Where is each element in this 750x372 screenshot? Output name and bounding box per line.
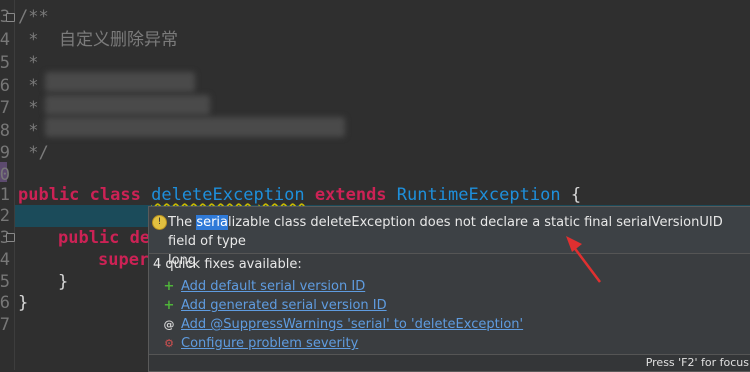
quick-fix-link[interactable]: Configure problem severity [181,336,358,351]
code-line: * 自定义删除异常 [18,30,178,50]
warning-bulb-icon: ! [152,215,167,230]
line-number: 2 [0,206,10,226]
quick-fix-popup[interactable]: ! The serializable class deleteException… [148,206,750,372]
message-text: The [168,215,197,230]
line-number: 1 [0,185,10,205]
superclass-name[interactable]: RuntimeException [397,185,561,205]
divider [149,253,750,254]
line-number: 5 [0,272,10,292]
problem-description: ! The serializable class deleteException… [149,207,750,268]
redacted-text [45,117,345,137]
quick-fix-item[interactable]: @ Add @SuppressWarnings 'serial' to 'dele… [161,315,524,334]
super-call-line: super [98,250,150,270]
quick-fix-link[interactable]: Add @SuppressWarnings 'serial' to 'delet… [181,317,523,332]
line-number: 6 [0,76,10,96]
class-declaration: public class deleteException extends Run… [18,184,581,206]
message-text: lizable class deleteException does not d… [168,215,723,249]
annotation-icon: @ [163,318,175,331]
annotation-arrow-icon [566,236,601,283]
fold-toggle-icon[interactable] [6,13,15,22]
line-number: 7 [0,315,10,335]
line-number: 5 [0,53,10,73]
focus-hint: Press 'F2' for focus [645,356,749,369]
line-number: 9 [0,143,10,163]
gutter-separator [14,0,15,370]
configure-severity-icon: ⚙ [164,337,174,350]
quick-fix-item[interactable]: ⚙ Configure problem severity [161,334,358,353]
keyword-public: public [18,185,80,205]
add-icon: + [163,298,175,313]
open-brace: { [570,185,582,205]
quick-fix-item[interactable]: + Add default serial version ID [161,277,366,296]
code-line: */ [18,143,49,163]
selected-text: seria [196,215,229,230]
keyword-class: class [89,185,141,205]
code-line: /** [18,7,49,27]
close-brace: } [58,272,69,292]
keyword-extends: extends [314,185,387,205]
code-line: * [18,53,39,73]
line-number: 6 [0,293,10,313]
fold-toggle-icon[interactable] [6,233,15,242]
add-icon: + [163,279,175,294]
quick-fix-link[interactable]: Add generated serial version ID [181,298,387,313]
code-line: * [18,121,39,141]
redacted-text [45,95,210,115]
quick-fixes-header: 4 quick fixes available: [153,257,302,272]
class-name[interactable]: deleteException [151,185,305,205]
line-number: 4 [0,30,10,50]
code-line: * [18,98,39,118]
line-number: 8 [0,121,10,141]
close-brace: } [18,293,29,313]
line-number: 7 [0,98,10,118]
line-number: 4 [0,250,10,270]
redacted-text [45,72,195,92]
popup-status-bar: Press 'F2' for focus [149,354,750,371]
constructor-line: public de [58,228,151,248]
quick-fix-item[interactable]: + Add generated serial version ID [161,296,387,315]
code-line: * [18,76,39,96]
line-number: 0 [0,165,10,185]
quick-fix-link[interactable]: Add default serial version ID [181,279,365,294]
